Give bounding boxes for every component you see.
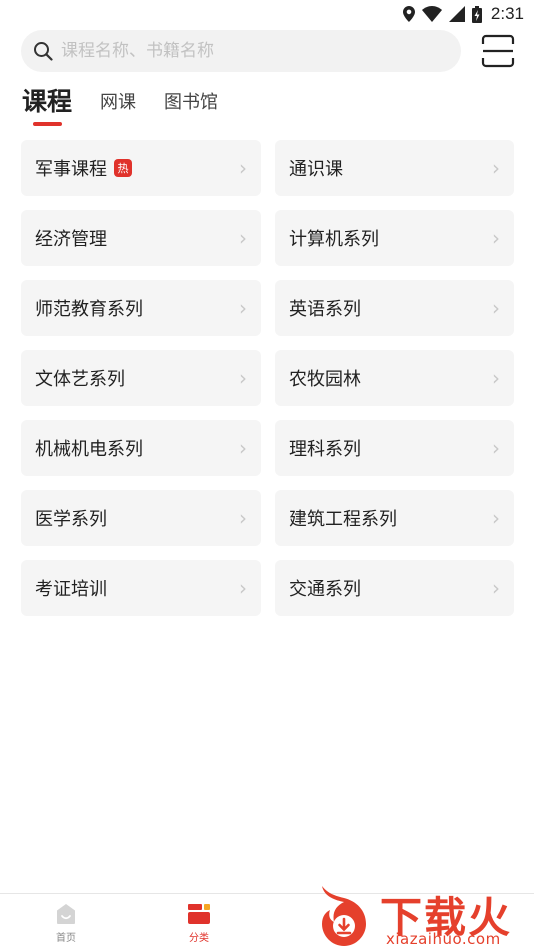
search-row bbox=[21, 30, 517, 72]
nav-home[interactable]: 首页 bbox=[36, 902, 96, 944]
category-label: 医学系列 bbox=[35, 509, 107, 530]
category-label: 交通系列 bbox=[289, 579, 361, 600]
cellular-signal-icon bbox=[448, 6, 465, 22]
category-label: 英语系列 bbox=[289, 299, 361, 320]
category-item-transportation[interactable]: 交通系列 › bbox=[275, 560, 514, 616]
chevron-right-icon: › bbox=[492, 436, 500, 460]
search-icon bbox=[34, 42, 53, 61]
category-item-english[interactable]: 英语系列 › bbox=[275, 280, 514, 336]
category-item-general[interactable]: 通识课 › bbox=[275, 140, 514, 196]
chevron-right-icon: › bbox=[492, 576, 500, 600]
status-bar: 2:31 bbox=[0, 0, 534, 28]
location-icon bbox=[402, 6, 415, 22]
chevron-right-icon: › bbox=[239, 506, 247, 530]
tab-library[interactable]: 图书馆 bbox=[164, 88, 218, 128]
category-grid: 军事课程 热 › 通识课 › 经济管理 › 计算机系列 › 师范教育系列 › 英… bbox=[21, 140, 514, 616]
category-label: 文体艺系列 bbox=[35, 369, 125, 390]
category-item-education[interactable]: 师范教育系列 › bbox=[21, 280, 261, 336]
category-item-certification[interactable]: 考证培训 › bbox=[21, 560, 261, 616]
category-label: 考证培训 bbox=[35, 579, 107, 600]
watermark-logo: 下载火 xiazaihuo.com bbox=[314, 880, 534, 950]
chevron-right-icon: › bbox=[239, 366, 247, 390]
category-item-science[interactable]: 理科系列 › bbox=[275, 420, 514, 476]
category-item-economics[interactable]: 经济管理 › bbox=[21, 210, 261, 266]
chevron-right-icon: › bbox=[492, 296, 500, 320]
search-input[interactable] bbox=[61, 41, 441, 61]
category-item-military[interactable]: 军事课程 热 › bbox=[21, 140, 261, 196]
tab-online-course[interactable]: 网课 bbox=[100, 88, 136, 128]
status-time: 2:31 bbox=[490, 4, 524, 23]
chevron-right-icon: › bbox=[492, 366, 500, 390]
category-item-agriculture[interactable]: 农牧园林 › bbox=[275, 350, 514, 406]
category-item-computer[interactable]: 计算机系列 › bbox=[275, 210, 514, 266]
category-label: 经济管理 bbox=[35, 229, 107, 250]
nav-home-label: 首页 bbox=[56, 933, 76, 944]
chevron-right-icon: › bbox=[239, 436, 247, 460]
category-item-construction[interactable]: 建筑工程系列 › bbox=[275, 490, 514, 546]
chevron-right-icon: › bbox=[239, 576, 247, 600]
category-tabs: 课程 网课 图书馆 bbox=[22, 80, 246, 128]
category-label: 通识课 bbox=[289, 159, 343, 180]
category-label: 军事课程 bbox=[35, 159, 107, 180]
hot-badge: 热 bbox=[114, 159, 132, 177]
nav-category-label: 分类 bbox=[189, 933, 209, 944]
tab-course[interactable]: 课程 bbox=[22, 82, 72, 128]
category-label: 理科系列 bbox=[289, 439, 361, 460]
category-icon bbox=[188, 904, 210, 924]
chevron-right-icon: › bbox=[239, 226, 247, 250]
flame-logo-icon bbox=[322, 886, 366, 946]
category-item-medicine[interactable]: 医学系列 › bbox=[21, 490, 261, 546]
chevron-right-icon: › bbox=[492, 226, 500, 250]
chevron-right-icon: › bbox=[239, 156, 247, 180]
nav-category[interactable]: 分类 bbox=[169, 902, 229, 944]
chevron-right-icon: › bbox=[492, 506, 500, 530]
category-label: 农牧园林 bbox=[289, 369, 361, 390]
chevron-right-icon: › bbox=[492, 156, 500, 180]
category-label: 机械机电系列 bbox=[35, 439, 143, 460]
category-label: 师范教育系列 bbox=[35, 299, 143, 320]
battery-icon bbox=[471, 5, 482, 23]
watermark-url: xiazaihuo.com bbox=[386, 930, 501, 948]
category-item-arts[interactable]: 文体艺系列 › bbox=[21, 350, 261, 406]
home-icon bbox=[57, 904, 75, 924]
category-label: 计算机系列 bbox=[289, 229, 379, 250]
search-box[interactable] bbox=[21, 30, 461, 72]
scan-icon[interactable] bbox=[481, 34, 515, 68]
category-label: 建筑工程系列 bbox=[289, 509, 397, 530]
chevron-right-icon: › bbox=[239, 296, 247, 320]
category-item-mechanical[interactable]: 机械机电系列 › bbox=[21, 420, 261, 476]
wifi-icon bbox=[421, 6, 442, 22]
